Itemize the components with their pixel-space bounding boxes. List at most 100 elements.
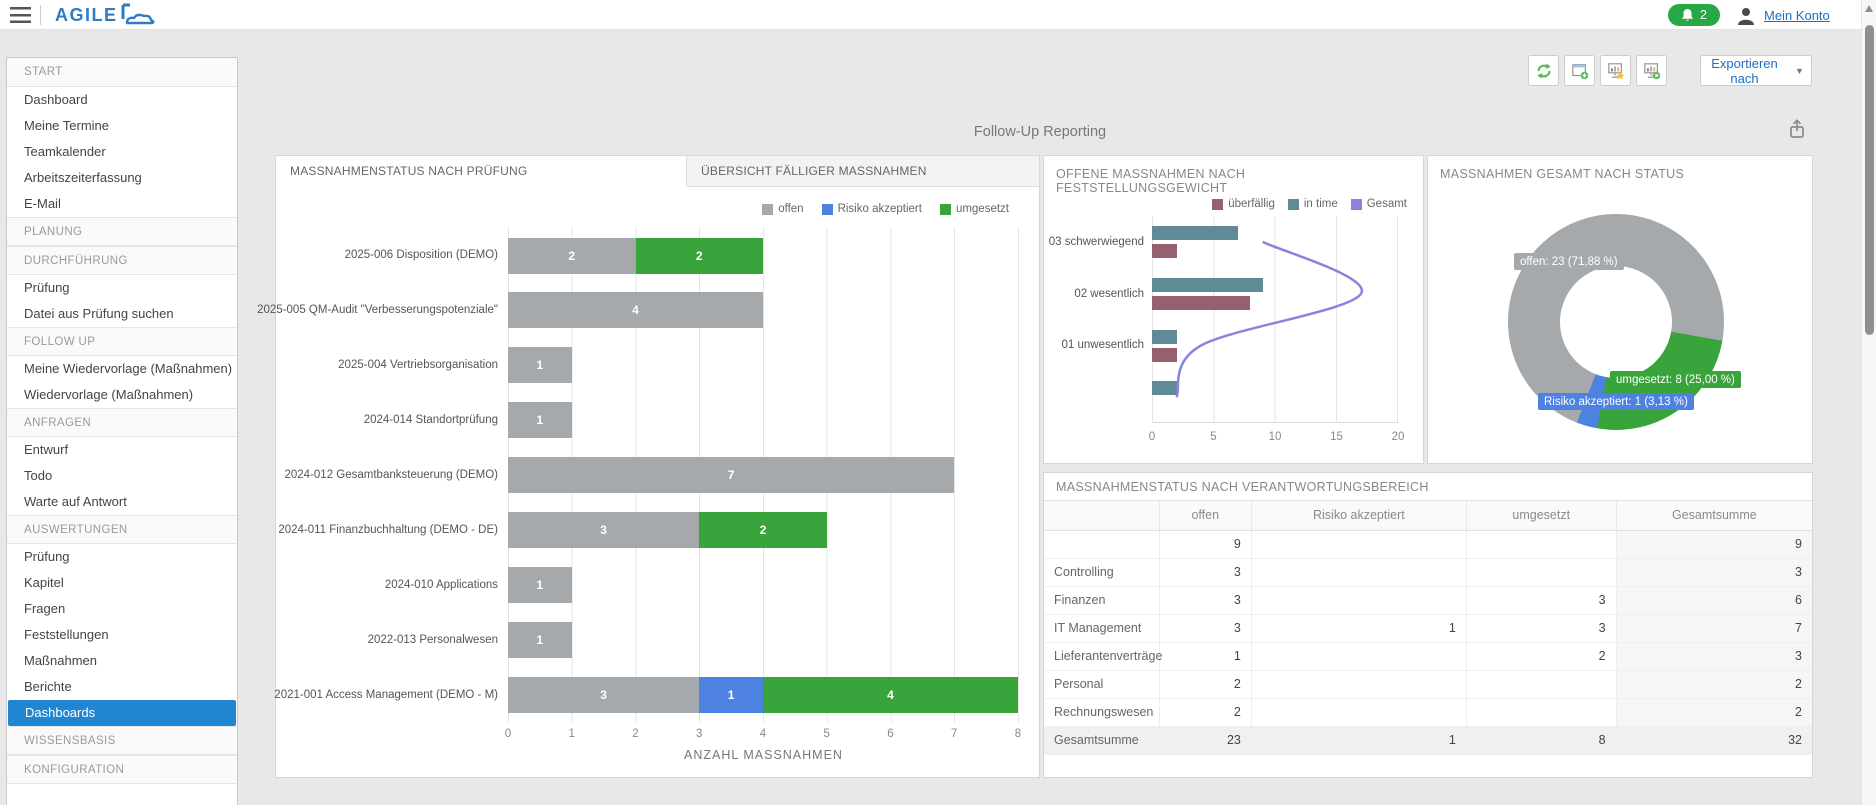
chart1-bar-segment-offen[interactable]: 1: [508, 566, 572, 603]
donut-label-umgesetzt: umgesetzt: 8 (25,00 %): [1610, 371, 1741, 388]
chart1-row-2024-012-gesamtbanksteuerung-demo: 2024-012 Gesamtbanksteuerung (DEMO) 7: [285, 448, 1019, 503]
scrollbar-up-arrow-icon[interactable]: [1865, 5, 1873, 12]
legend-label-offen: offen: [778, 203, 804, 215]
chart1-bar-segment-offen[interactable]: 4: [508, 292, 763, 329]
hamburger-menu-icon[interactable]: [10, 7, 31, 23]
legend-label-risiko-akzeptiert: Risiko akzeptiert: [837, 203, 922, 215]
add-dashboard-button[interactable]: [1564, 55, 1595, 86]
sidebar-item-todo[interactable]: Todo: [7, 463, 237, 489]
sidebar-item-entwurf[interactable]: Entwurf: [7, 437, 237, 463]
chart1-row-2024-010-applications: 2024-010 Applications 1: [385, 557, 1019, 612]
table-cell: 3: [1159, 614, 1252, 643]
sidebar-item-kapitel[interactable]: Kapitel: [7, 570, 237, 596]
table-row-gesamtsumme: Gesamtsumme 23 1 8 32: [1044, 726, 1812, 755]
table-cell: Personal: [1044, 670, 1160, 699]
table-cell: 7: [1616, 614, 1812, 643]
dashboard-favorite-button[interactable]: [1600, 55, 1631, 86]
status-table: offen Risiko akzeptiert umgesetzt Gesamtsum…: [1044, 501, 1812, 755]
table-cell: 1: [1251, 614, 1467, 643]
sidebar-item-e-mail[interactable]: E-Mail: [7, 191, 237, 217]
notification-count: 2: [1700, 8, 1707, 22]
tab-uebersicht-faelliger-massnahmen[interactable]: ÜBERSICHT FÄLLIGER MASSNAHMEN: [687, 156, 1039, 186]
legend-item-umgesetzt[interactable]: umgesetzt: [939, 203, 1009, 215]
legend-item-in-time[interactable]: in time: [1287, 198, 1338, 210]
table-column-header-umgesetzt: umgesetzt: [1466, 501, 1617, 531]
export-dropdown-caret[interactable]: ▼: [1788, 55, 1812, 86]
sidebar-section-planung[interactable]: PLANUNG: [7, 217, 237, 246]
divider: [40, 5, 41, 25]
sidebar-item-datei-aus-pr-fung-suchen[interactable]: Datei aus Prüfung suchen: [7, 301, 237, 327]
panel-offene-massnahmen-nach-feststellungsgewicht: OFFENE MASSNAHMEN NACH FESTSTELLUNGSGEWI…: [1043, 155, 1424, 464]
legend-item-offen[interactable]: offen: [762, 203, 804, 215]
legend-item-berf-llig[interactable]: überfällig: [1212, 198, 1275, 210]
tab-massnahmenstatus-nach-pruefung[interactable]: MASSNAHMENSTATUS NACH PRÜFUNG: [276, 156, 687, 187]
table-cell: [1466, 530, 1617, 559]
sidebar-item-pr-fung[interactable]: Prüfung: [7, 275, 237, 301]
chart1-x-axis-label: ANZAHL MASSNAHMEN: [684, 748, 843, 762]
legend-item-gesamt[interactable]: Gesamt: [1350, 198, 1407, 210]
chart1-bar-segment-offen[interactable]: 2: [508, 237, 636, 274]
table-cell: 9: [1159, 530, 1252, 559]
vertical-scrollbar[interactable]: [1861, 0, 1876, 805]
sidebar-item-meine-termine[interactable]: Meine Termine: [7, 113, 237, 139]
dashboard-run-button[interactable]: [1636, 55, 1667, 86]
chart1-bar-segment-umgesetzt[interactable]: 2: [635, 237, 763, 274]
chart1-bar-segment-umgesetzt[interactable]: 4: [763, 676, 1018, 713]
chart1-plot-area: 2025-006 Disposition (DEMO) 2 2 2025-005 QM…: [257, 228, 1019, 722]
sidebar-item-berichte[interactable]: Berichte: [7, 674, 237, 700]
sidebar-item-pr-fung[interactable]: Prüfung: [7, 544, 237, 570]
sidebar-section-follow-up[interactable]: FOLLOW UP: [7, 327, 237, 356]
export-button[interactable]: Exportieren nach: [1700, 55, 1789, 86]
sidebar-item-arbeitszeiterfassung[interactable]: Arbeitszeiterfassung: [7, 165, 237, 191]
app-logo: AGILE: [55, 2, 156, 28]
chart1-bar-segment-offen[interactable]: 3: [508, 676, 700, 713]
chart1-bar-segment-offen[interactable]: 1: [508, 402, 572, 439]
chart2-category-label: 03 schwerwiegend: [1048, 235, 1144, 248]
table-cell: 2: [1616, 670, 1812, 699]
chart1-bar-segment-offen[interactable]: 1: [508, 347, 572, 384]
sidebar-section-anfragen[interactable]: ANFRAGEN: [7, 408, 237, 437]
chart1-bar-segment-offen[interactable]: 1: [508, 621, 572, 658]
sidebar-section-auswertungen[interactable]: AUSWERTUNGEN: [7, 515, 237, 544]
table-cell: 6: [1616, 586, 1812, 615]
sidebar-item-teamkalender[interactable]: Teamkalender: [7, 139, 237, 165]
table-cell: [1251, 670, 1467, 699]
sidebar-item-feststellungen[interactable]: Feststellungen: [7, 622, 237, 648]
table-cell: 2: [1159, 698, 1252, 727]
table-cell: 9: [1616, 530, 1812, 559]
account-link[interactable]: Mein Konto: [1764, 8, 1830, 23]
chart1-category-label: 2025-004 Vertriebsorganisation: [338, 359, 498, 372]
refresh-button[interactable]: [1528, 55, 1559, 86]
sidebar-section-konfiguration[interactable]: KONFIGURATION: [7, 755, 237, 784]
sidebar-section-wissensbasis[interactable]: WISSENSBASIS: [7, 726, 237, 755]
user-profile-icon[interactable]: [1734, 4, 1758, 28]
chart1-bar-segment-risiko-akzeptiert[interactable]: 1: [699, 676, 763, 713]
share-icon[interactable]: [1786, 118, 1810, 142]
chart1-bar-segment-offen[interactable]: 7: [508, 457, 955, 494]
scrollbar-thumb[interactable]: [1864, 25, 1874, 335]
chart1-bar-segment-offen[interactable]: 3: [508, 511, 700, 548]
sidebar-section-durchf-hrung[interactable]: DURCHFÜHRUNG: [7, 246, 237, 275]
table-cell: [1251, 558, 1467, 587]
table-cell: 2: [1159, 670, 1252, 699]
chart1-category-label: 2024-011 Finanzbuchhaltung (DEMO - DE): [278, 523, 498, 536]
chart1-bar-segment-umgesetzt[interactable]: 2: [699, 511, 827, 548]
chart2-category-label: 01 unwesentlich: [1061, 339, 1144, 352]
sidebar-item-ma-nahmen[interactable]: Maßnahmen: [7, 648, 237, 674]
table-row-rechnungswesen: Rechnungswesen 2 2: [1044, 698, 1812, 727]
sidebar-item-dashboards[interactable]: Dashboards: [8, 700, 236, 726]
legend-swatch-in-time: [1287, 198, 1299, 210]
table-cell: Lieferantenverträge: [1044, 642, 1162, 671]
sidebar-item-dashboard[interactable]: Dashboard: [7, 87, 237, 113]
sidebar-section-start[interactable]: START: [7, 58, 237, 87]
sidebar-item-fragen[interactable]: Fragen: [7, 596, 237, 622]
legend-item-risiko-akzeptiert[interactable]: Risiko akzeptiert: [821, 203, 922, 215]
sidebar-item-meine-wiedervorlage-ma-nahmen[interactable]: Meine Wiedervorlage (Maßnahmen): [7, 356, 237, 382]
notifications-button[interactable]: 2: [1668, 4, 1720, 26]
sidebar-item-wiedervorlage-ma-nahmen[interactable]: Wiedervorlage (Maßnahmen): [7, 382, 237, 408]
legend-label-berf-llig: überfällig: [1228, 198, 1275, 210]
chart1-bar: 1: [508, 621, 572, 658]
sidebar-item-warte-auf-antwort[interactable]: Warte auf Antwort: [7, 489, 237, 515]
donut-title: MASSNAHMEN GESAMT NACH STATUS: [1440, 167, 1685, 181]
table-row-lieferantenvertr-ge: Lieferantenverträge 1 2 3: [1044, 642, 1812, 671]
